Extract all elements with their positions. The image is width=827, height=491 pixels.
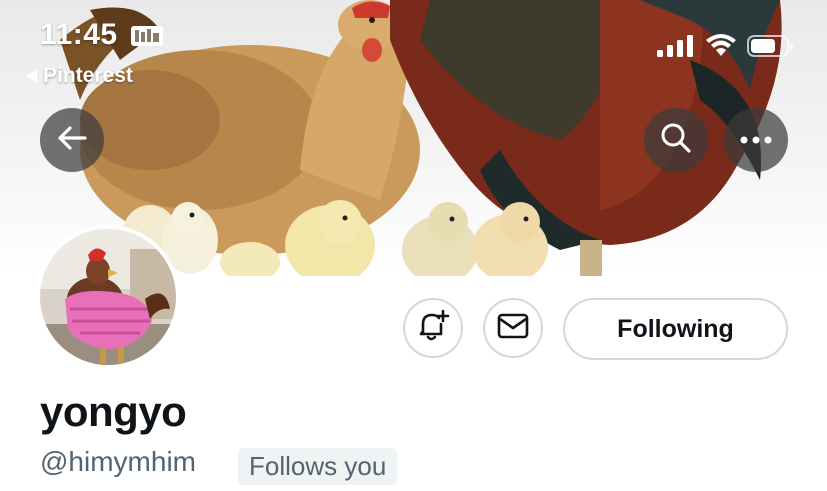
notifications-button[interactable]	[403, 298, 463, 358]
more-dots-icon	[740, 131, 772, 149]
bell-plus-icon	[416, 309, 450, 348]
back-app-label: Pinterest	[43, 64, 133, 87]
wifi-icon	[705, 34, 737, 63]
following-button[interactable]: Following	[563, 298, 788, 360]
search-icon	[660, 122, 692, 159]
battery-icon	[747, 34, 795, 63]
back-button[interactable]	[40, 108, 104, 172]
back-to-pinterest[interactable]: Pinterest	[26, 64, 133, 88]
status-time: 11:45	[40, 18, 118, 51]
avatar-image	[40, 229, 176, 365]
user-handle: @himymhim	[40, 446, 196, 477]
envelope-icon	[497, 313, 529, 344]
follows-you-badge: Follows you	[238, 448, 398, 485]
profile-screen: 11:45 Pinterest Following yongyo @himymh…	[0, 0, 827, 491]
message-button[interactable]	[483, 298, 543, 358]
display-name: yongyo	[40, 388, 187, 435]
back-triangle-icon	[26, 69, 37, 83]
arrow-left-icon	[57, 125, 87, 156]
avatar[interactable]	[36, 225, 180, 369]
id-card-icon	[130, 24, 164, 48]
more-options-button[interactable]	[724, 108, 788, 172]
search-button[interactable]	[644, 108, 708, 172]
signal-bars-icon	[657, 35, 695, 62]
status-indicators	[657, 34, 795, 63]
